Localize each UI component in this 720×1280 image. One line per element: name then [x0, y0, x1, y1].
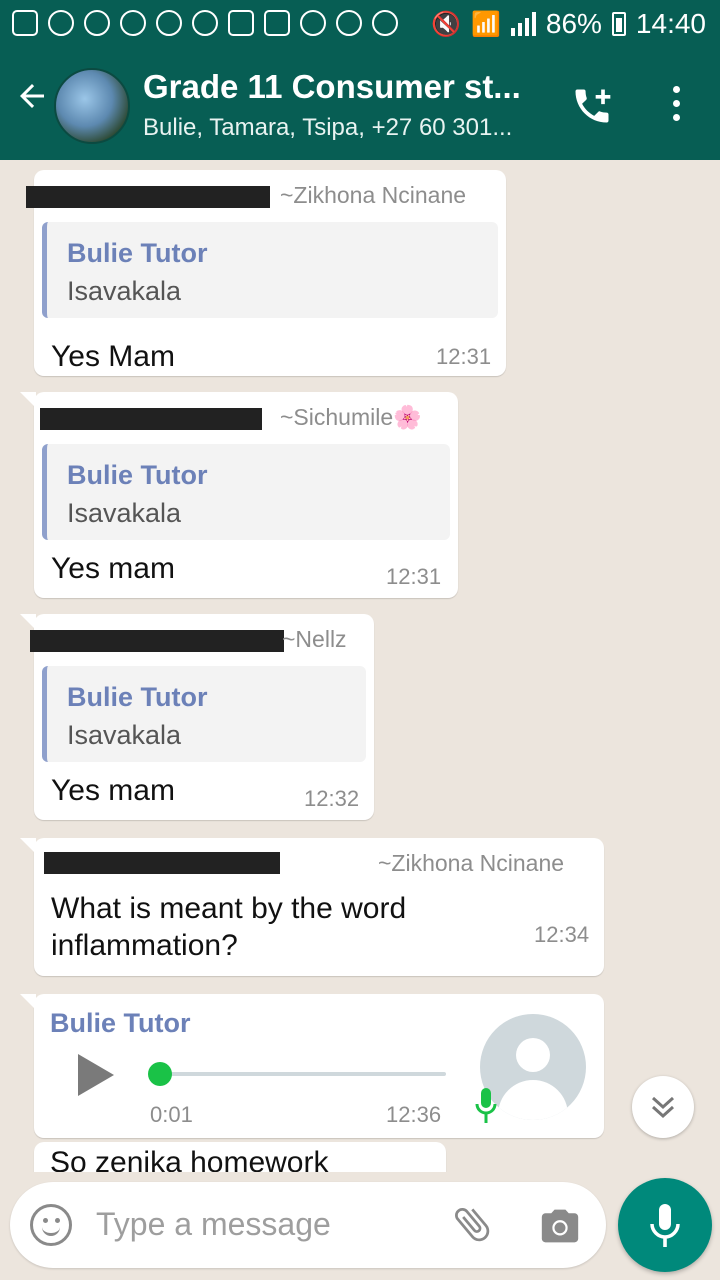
- message-time: 12:34: [534, 922, 590, 947]
- redacted-phone: [44, 852, 280, 874]
- audio-progress-track[interactable]: [154, 1072, 446, 1076]
- message-text: So zenika homework: [50, 1146, 329, 1172]
- message-text: Yes Mam: [51, 340, 175, 373]
- message-bubble[interactable]: So zenika homework: [34, 1142, 446, 1172]
- message-time: 12:31: [386, 564, 442, 589]
- recycle-icon: [48, 10, 74, 36]
- attach-icon[interactable]: [450, 1202, 494, 1246]
- clock: 14:40: [635, 8, 706, 39]
- email-icon: [264, 10, 290, 36]
- notification-icons: [12, 10, 398, 36]
- audio-duration: 0:01: [150, 1102, 193, 1127]
- quote-text: Isavakala: [67, 498, 182, 528]
- more-vert-icon[interactable]: [664, 86, 688, 126]
- play-icon[interactable]: [78, 1054, 114, 1096]
- quoted-message[interactable]: Bulie Tutor Isavakala: [42, 222, 498, 318]
- quoted-message[interactable]: Bulie Tutor Isavakala: [42, 444, 450, 540]
- scroll-down-icon: [651, 1096, 675, 1119]
- group-members[interactable]: Bulie, Tamara, Tsipa, +27 60 301...: [143, 114, 512, 142]
- message-time: 12:31: [436, 344, 492, 369]
- voice-message-bubble[interactable]: Bulie Tutor 0:01 12:36: [20, 994, 604, 1138]
- quote-text: Isavakala: [67, 720, 182, 750]
- message-input[interactable]: [96, 1206, 436, 1243]
- chat-header: Grade 11 Consumer st... Bulie, Tamara, T…: [0, 48, 720, 160]
- add-user-icon: [336, 10, 362, 36]
- sender-name: ~Zikhona Ncinane: [280, 182, 467, 208]
- battery-percent: 86%: [545, 8, 602, 39]
- message-input-bar: [10, 1182, 606, 1268]
- message-time: 12:32: [304, 786, 360, 811]
- bubble-tail: [20, 838, 36, 854]
- quoted-message[interactable]: Bulie Tutor Isavakala: [42, 666, 366, 762]
- message-text: Yes mam: [51, 774, 175, 807]
- add-user-icon: [300, 10, 326, 36]
- add-user-icon: [372, 10, 398, 36]
- sender-name: Bulie Tutor: [50, 1008, 191, 1038]
- mic-icon: [474, 1086, 498, 1126]
- redacted-phone: [26, 186, 270, 208]
- message-bubble[interactable]: ~Nellz Bulie Tutor Isavakala Yes mam 12:…: [20, 614, 374, 820]
- message-text: What is meant by the word inflammation?: [51, 892, 407, 962]
- status-bar: 🔇 📶 86% 14:40: [0, 0, 720, 48]
- signal-icon: [510, 12, 536, 36]
- battery-icon: [611, 12, 626, 36]
- redacted-phone: [30, 630, 284, 652]
- bubble-tail: [20, 392, 36, 408]
- emoji-icon[interactable]: [30, 1204, 72, 1246]
- recycle-icon: [120, 10, 146, 36]
- mute-icon: 🔇: [431, 10, 461, 38]
- group-title[interactable]: Grade 11 Consumer st...: [143, 68, 521, 106]
- status-right: 🔇 📶 86% 14:40: [431, 8, 706, 40]
- add-call-icon[interactable]: [570, 84, 614, 128]
- quote-sender: Bulie Tutor: [67, 238, 208, 268]
- image-icon: [228, 10, 254, 36]
- camera-icon[interactable]: [538, 1206, 582, 1246]
- scroll-down-button[interactable]: [632, 1076, 694, 1138]
- recycle-icon: [84, 10, 110, 36]
- bubble-tail: [20, 614, 36, 630]
- sender-name: ~Zikhona Ncinane: [378, 850, 565, 876]
- message-text: Yes mam: [51, 552, 175, 585]
- quote-sender: Bulie Tutor: [67, 460, 208, 490]
- whatsapp-icon: [192, 10, 218, 36]
- voice-record-button[interactable]: [618, 1178, 712, 1272]
- redacted-phone: [40, 408, 262, 430]
- quote-sender: Bulie Tutor: [67, 682, 208, 712]
- message-time: 12:36: [386, 1102, 442, 1127]
- message-bubble[interactable]: ~Sichumile🌸 Bulie Tutor Isavakala Yes ma…: [20, 392, 458, 598]
- sender-name: ~Nellz: [282, 626, 347, 652]
- quote-text: Isavakala: [67, 276, 182, 306]
- chat-area: ~Zikhona Ncinane Bulie Tutor Isavakala Y…: [0, 160, 720, 1172]
- recycle-icon: [156, 10, 182, 36]
- audio-seek-knob[interactable]: [148, 1062, 172, 1086]
- message-bubble[interactable]: ~Zikhona Ncinane What is meant by the wo…: [20, 838, 604, 976]
- group-avatar[interactable]: [54, 68, 130, 144]
- bubble-tail: [20, 994, 36, 1010]
- back-arrow-icon[interactable]: [14, 78, 50, 122]
- wifi-icon: 📶: [470, 10, 501, 38]
- mic-icon: [650, 1204, 680, 1247]
- message-bubble[interactable]: ~Zikhona Ncinane Bulie Tutor Isavakala Y…: [26, 170, 506, 376]
- sender-name: ~Sichumile🌸: [280, 404, 422, 430]
- chat-notification-icon: [12, 10, 38, 36]
